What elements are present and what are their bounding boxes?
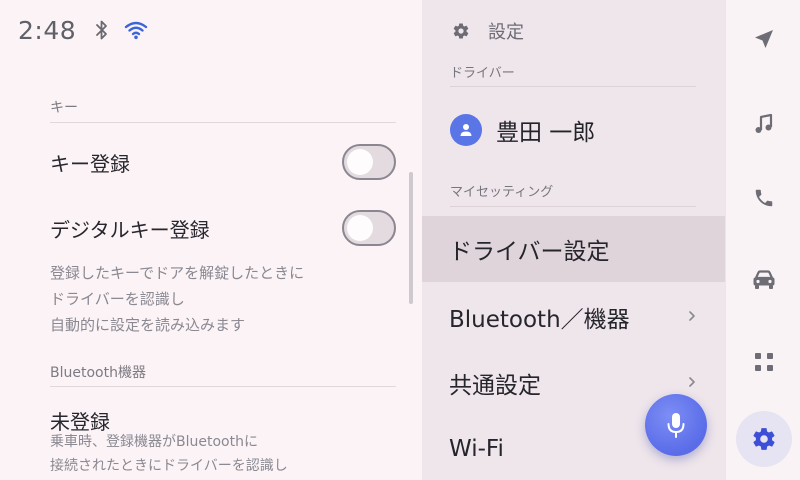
- description-line: ドライバーを認識し: [50, 290, 185, 308]
- nav-phone-button[interactable]: [736, 170, 792, 226]
- nav-vehicle-button[interactable]: [736, 252, 792, 308]
- settings-header: 設定: [452, 18, 524, 44]
- toggle-knob: [347, 149, 373, 175]
- car-icon: [753, 270, 775, 289]
- menu-item-bluetooth-devices[interactable]: Bluetooth／機器: [422, 284, 725, 350]
- bluetooth-section-header: Bluetooth機器: [50, 365, 146, 381]
- chevron-right-icon: [689, 377, 695, 387]
- nav-navigation-button[interactable]: [736, 11, 792, 67]
- description-line: 接続されたときにドライバーを認識し: [50, 458, 288, 474]
- gear-icon: [753, 428, 775, 450]
- bluetooth-description: 乗車時、登録機器がBluetoothに 接続されたときにドライバーを認識し: [50, 430, 288, 478]
- driver-detail-panel: 2:48 キー キー登録 デジタルキー登録 登録したキーでドアを解錠したときに …: [0, 0, 422, 480]
- menu-item-label: Wi-Fi: [449, 436, 504, 462]
- key-section-header: キー: [50, 100, 78, 116]
- voice-assistant-button[interactable]: [645, 394, 707, 456]
- driver-section-header: ドライバー: [450, 66, 515, 81]
- gear-icon: [453, 23, 469, 39]
- chevron-right-icon: [689, 311, 695, 321]
- key-description: 登録したキーでドアを解錠したときに ドライバーを認識し 自動的に設定を読み込みま…: [50, 260, 304, 338]
- divider: [450, 206, 696, 207]
- settings-title: 設定: [488, 22, 524, 43]
- avatar: [450, 114, 482, 146]
- key-registration-label: キー登録: [50, 152, 130, 176]
- clock: 2:48: [18, 15, 77, 45]
- divider: [50, 122, 396, 123]
- divider: [50, 386, 396, 387]
- apps-grid-icon: [755, 353, 773, 371]
- toggle-knob: [347, 215, 373, 241]
- key-registration-toggle[interactable]: [342, 144, 396, 180]
- microphone-icon: [667, 413, 685, 438]
- digital-key-toggle[interactable]: [342, 210, 396, 246]
- scrollbar[interactable]: [409, 172, 413, 304]
- driver-profile[interactable]: 豊田 一郎: [450, 108, 595, 152]
- divider: [450, 86, 696, 87]
- menu-item-driver-settings[interactable]: ドライバー設定: [422, 216, 725, 282]
- digital-key-label: デジタルキー登録: [50, 218, 210, 242]
- nav-rail: [725, 0, 800, 480]
- driver-name: 豊田 一郎: [496, 120, 596, 146]
- description-line: 自動的に設定を読み込みます: [50, 316, 246, 334]
- person-icon: [460, 124, 472, 136]
- wifi-icon: [124, 21, 148, 40]
- bluetooth-icon: [96, 20, 108, 40]
- phone-icon: [755, 189, 773, 207]
- description-line: 乗車時、登録機器がBluetoothに: [50, 434, 258, 450]
- my-settings-section-header: マイセッティング: [450, 185, 554, 200]
- description-line: 登録したキーでドアを解錠したときに: [50, 264, 305, 282]
- nav-apps-button[interactable]: [736, 334, 792, 390]
- menu-item-label: Bluetooth／機器: [449, 307, 630, 333]
- menu-item-label: ドライバー設定: [449, 239, 610, 265]
- navigation-arrow-icon: [755, 30, 773, 48]
- nav-settings-button[interactable]: [736, 411, 792, 467]
- menu-item-label: 共通設定: [449, 373, 541, 399]
- status-bar: 2:48: [18, 14, 148, 46]
- music-note-icon: [755, 113, 773, 133]
- nav-music-button[interactable]: [736, 96, 792, 152]
